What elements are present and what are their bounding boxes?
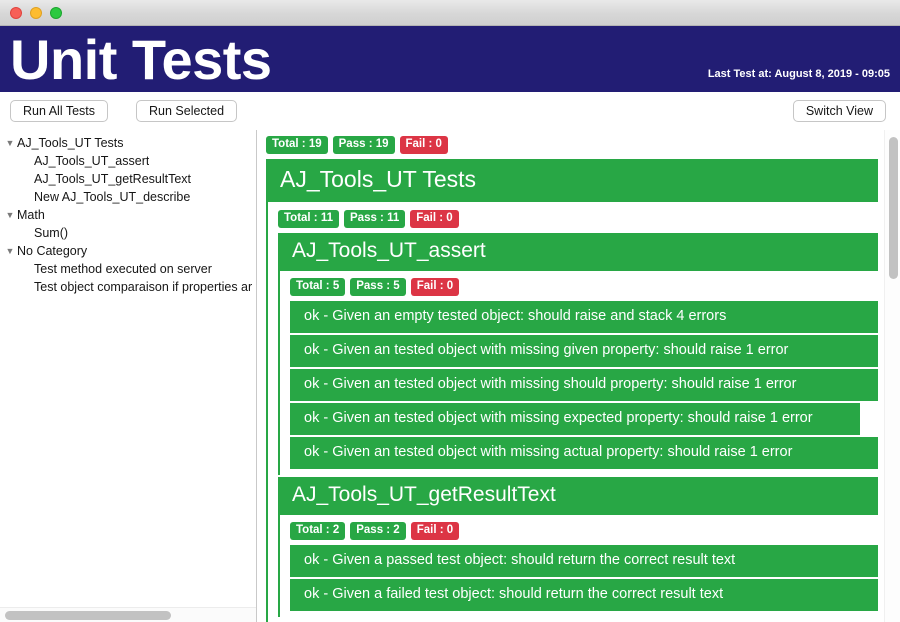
results-vertical-scrollbar[interactable] [884,130,900,622]
status-badge-pass: Pass : 11 [344,210,406,228]
test-row[interactable]: ok - Given an tested object with missing… [290,403,860,435]
test-tree-sidebar: ▼ AJ_Tools_UT Tests AJ_Tools_UT_assert A… [0,130,257,622]
status-badge-pass: Pass : 19 [332,136,395,154]
suite-body: Total : 11 Pass : 11 Fail : 0 AJ_Tools_U… [268,202,878,622]
getresulttext-describe-badges: Total : 2 Pass : 2 Fail : 0 [290,522,878,540]
test-row[interactable]: ok - Given a failed test object: should … [290,579,878,611]
suite-aj-tools-ut-assert: AJ_Tools_UT_assert Total : 5 Pass : 5 Fa… [278,233,878,475]
results-vertical-scrollbar-thumb[interactable] [889,137,898,279]
suite-title: AJ_Tools_UT_assert [280,233,878,271]
sidebar-item-label: AJ_Tools_UT_getResultText [34,172,192,186]
sidebar-item-new-aj-tools-ut-describe[interactable]: New AJ_Tools_UT_describe [0,188,255,206]
status-badge-pass: Pass : 5 [350,278,406,296]
status-badge-fail: Fail : 0 [399,136,448,154]
window-titlebar [0,0,900,26]
root-summary-badges: Total : 19 Pass : 19 Fail : 0 [266,136,878,154]
body-split: ▼ AJ_Tools_UT Tests AJ_Tools_UT_assert A… [0,130,900,622]
sidebar-item-label: Math [17,208,45,222]
sidebar-horizontal-scrollbar-thumb[interactable] [5,611,171,620]
last-test-timestamp: Last Test at: August 8, 2019 - 09:05 [707,68,890,80]
sidebar-item-aj-tools-ut-getresulttext[interactable]: AJ_Tools_UT_getResultText [0,170,255,188]
status-badge-total: Total : 11 [278,210,339,228]
zoom-icon[interactable] [50,6,62,19]
test-tree: ▼ AJ_Tools_UT Tests AJ_Tools_UT_assert A… [0,134,255,296]
sidebar-item-label: Sum() [34,226,69,240]
test-row[interactable]: ok - Given an tested object with missing… [290,369,878,401]
sidebar-item-aj-tools-ut-tests[interactable]: ▼ AJ_Tools_UT Tests [0,134,255,152]
test-row[interactable]: ok - Given an tested object with missing… [290,437,878,469]
sidebar-item-label: No Category [17,244,88,258]
status-badge-fail: Fail : 0 [410,210,459,228]
page-title: Unit Tests [10,28,272,91]
sidebar-item-sum[interactable]: Sum() [0,224,255,242]
run-selected-button[interactable]: Run Selected [136,100,238,122]
chevron-down-icon[interactable]: ▼ [3,242,17,260]
status-badge-pass: Pass : 2 [350,522,406,540]
status-badge-total: Total : 2 [290,522,346,540]
suite-title: AJ_Tools_UT Tests [268,159,878,202]
sidebar-item-label: Test method executed on server [34,262,212,276]
close-icon[interactable] [10,6,22,19]
suite-aj-tools-ut-tests: AJ_Tools_UT Tests Total : 11 Pass : 11 F… [266,159,878,622]
assert-suite-summary-badges: Total : 11 Pass : 11 Fail : 0 [278,210,878,228]
status-badge-fail: Fail : 0 [410,278,460,296]
test-row[interactable]: ok - Given a passed test object: should … [290,545,878,577]
traffic-light-group [10,6,62,19]
assert-describe-badges: Total : 5 Pass : 5 Fail : 0 [290,278,878,296]
status-badge-total: Total : 5 [290,278,346,296]
suite-body: Total : 2 Pass : 2 Fail : 0 ok - Given a… [280,515,878,617]
page-banner: Unit Tests Last Test at: August 8, 2019 … [0,26,900,92]
suite-aj-tools-ut-getresulttext: AJ_Tools_UT_getResultText Total : 2 Pass… [278,477,878,617]
chevron-down-icon[interactable]: ▼ [3,206,17,224]
test-row[interactable]: ok - Given an empty tested object: shoul… [290,301,878,333]
sidebar-item-no-category[interactable]: ▼ No Category [0,242,255,260]
sidebar-item-test-object-comparaison[interactable]: Test object comparaison if properties ar [0,278,255,296]
sidebar-item-aj-tools-ut-assert[interactable]: AJ_Tools_UT_assert [0,152,255,170]
chevron-down-icon[interactable]: ▼ [3,134,17,152]
suite-title: AJ_Tools_UT_getResultText [280,477,878,515]
toolbar: Run All Tests Run Selected Switch View [0,92,900,130]
test-row[interactable]: ok - Given an tested object with missing… [290,335,878,367]
sidebar-item-label: New AJ_Tools_UT_describe [34,190,191,204]
switch-view-button[interactable]: Switch View [792,100,886,122]
sidebar-item-label: Test object comparaison if properties ar [34,280,253,294]
run-all-tests-button[interactable]: Run All Tests [10,100,109,122]
suite-body: Total : 5 Pass : 5 Fail : 0 ok - Given a… [280,271,878,475]
minimize-icon[interactable] [30,6,42,19]
sidebar-horizontal-scrollbar[interactable] [0,607,256,622]
results-pane[interactable]: Total : 19 Pass : 19 Fail : 0 AJ_Tools_U… [258,130,900,622]
status-badge-total: Total : 19 [266,136,328,154]
sidebar-item-label: AJ_Tools_UT Tests [17,136,124,150]
sidebar-item-label: AJ_Tools_UT_assert [34,154,150,168]
app-window: Unit Tests Last Test at: August 8, 2019 … [0,0,900,622]
status-badge-fail: Fail : 0 [410,522,460,540]
sidebar-item-test-method-executed-on-server[interactable]: Test method executed on server [0,260,255,278]
sidebar-item-math[interactable]: ▼ Math [0,206,255,224]
